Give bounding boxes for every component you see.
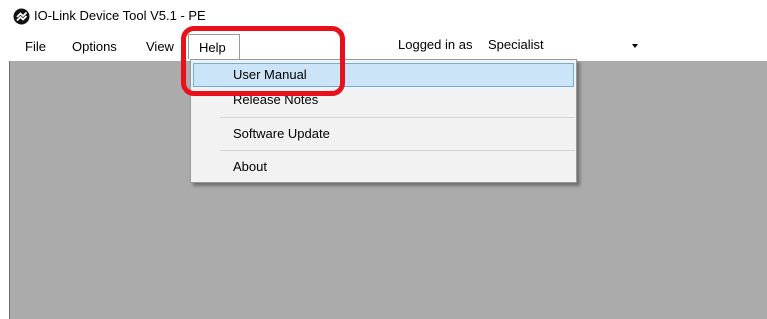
menu-bar: File Options View <box>0 32 767 60</box>
menu-item-label: Software Update <box>233 126 330 141</box>
menu-item-release-notes[interactable]: Release Notes <box>193 88 574 112</box>
menu-item-user-manual[interactable]: User Manual <box>193 63 574 87</box>
role-select-value: Specialist <box>488 37 544 52</box>
menu-file[interactable]: File <box>25 37 46 56</box>
device-tool-app-icon <box>13 8 30 25</box>
menu-separator <box>220 117 575 118</box>
chevron-down-icon <box>632 44 638 48</box>
title-bar: IO-Link Device Tool V5.1 - PE <box>0 0 767 32</box>
logged-in-label: Logged in as <box>398 37 473 52</box>
menu-item-label: About <box>233 159 267 174</box>
help-dropdown-menu: User Manual Release Notes Software Updat… <box>190 59 577 183</box>
menu-help-label: Help <box>199 40 226 55</box>
menu-item-label: User Manual <box>233 67 307 82</box>
menu-view[interactable]: View <box>146 37 174 56</box>
menu-help[interactable]: Help <box>188 34 240 59</box>
menu-item-label: Release Notes <box>233 92 319 107</box>
menu-separator <box>220 150 575 151</box>
window-title: IO-Link Device Tool V5.1 - PE <box>34 8 206 23</box>
menu-item-software-update[interactable]: Software Update <box>193 122 574 146</box>
role-select[interactable]: Specialist <box>485 35 645 56</box>
menu-options[interactable]: Options <box>72 37 117 56</box>
menu-item-about[interactable]: About <box>193 155 574 179</box>
